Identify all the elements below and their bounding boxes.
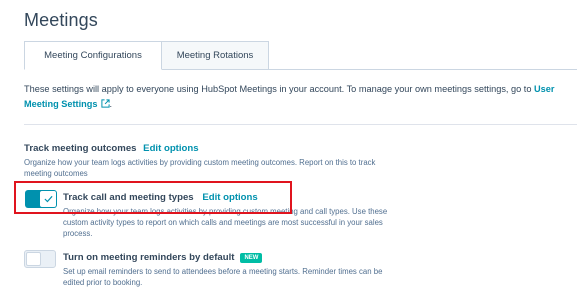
track-outcomes-edit-link[interactable]: Edit options — [143, 143, 198, 154]
intro-text: These settings will apply to everyone us… — [24, 82, 559, 113]
page-title: Meetings — [24, 10, 98, 30]
toggle-knob — [26, 252, 41, 266]
track-outcomes-heading: Track meeting outcomes Edit options — [24, 143, 199, 154]
reminders-title: Turn on meeting reminders by default — [63, 252, 235, 263]
external-link-icon[interactable] — [100, 98, 110, 113]
reminders-heading: Turn on meeting reminders by default NEW — [63, 252, 263, 263]
tab-meeting-configurations[interactable]: Meeting Configurations — [24, 41, 162, 70]
new-badge: NEW — [240, 253, 263, 263]
reminders-description: Set up email reminders to send to attend… — [63, 267, 383, 287]
intro-body: These settings will apply to everyone us… — [24, 84, 535, 94]
section-divider — [24, 124, 577, 125]
tab-meeting-rotations[interactable]: Meeting Rotations — [162, 41, 269, 70]
track-outcomes-description: Organize how your team logs activities b… — [24, 158, 376, 178]
intro-trailing: . — [109, 99, 113, 109]
reminders-toggle[interactable] — [24, 250, 56, 268]
highlight-box — [14, 181, 292, 214]
track-outcomes-title: Track meeting outcomes — [24, 143, 137, 154]
